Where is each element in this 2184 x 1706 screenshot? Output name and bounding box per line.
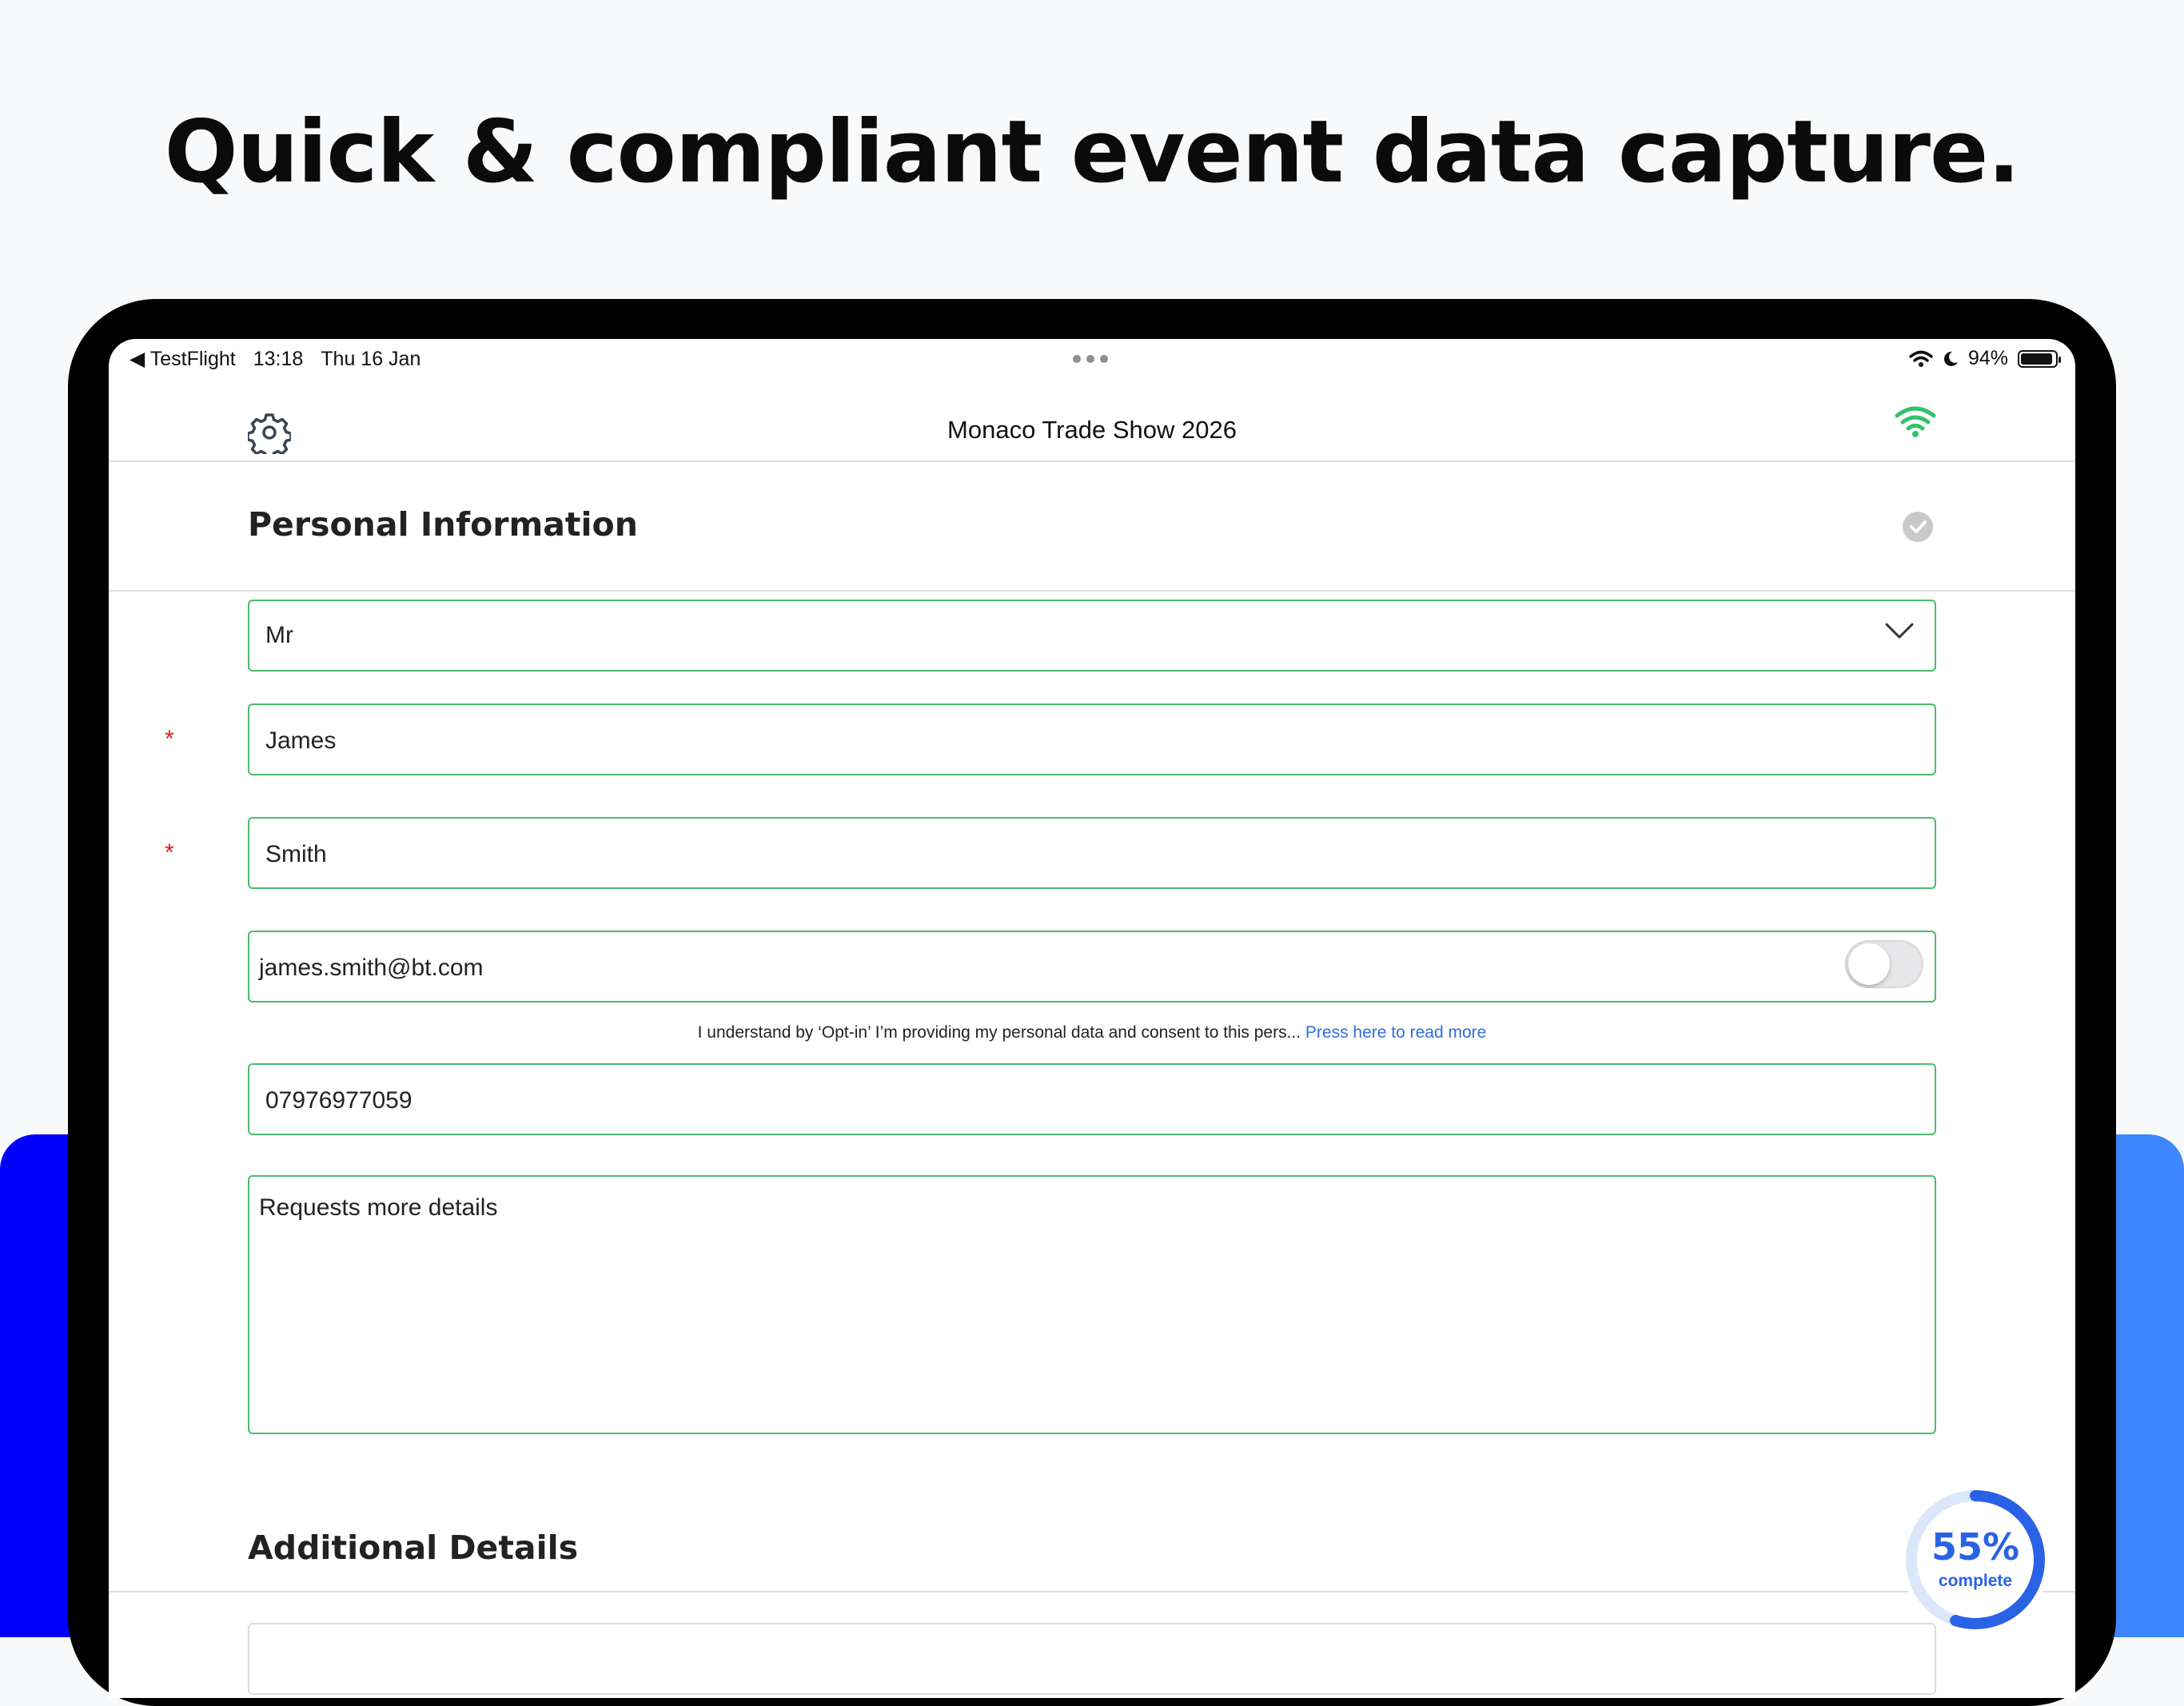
app-screen: ◀ TestFlight 13:18 Thu 16 Jan 94% Monaco… <box>109 339 2075 1698</box>
additional-details-header[interactable]: Additional Details <box>109 1485 2075 1592</box>
battery-icon <box>2018 349 2061 368</box>
status-date: Thu 16 Jan <box>321 347 421 370</box>
first-name-field[interactable]: James <box>248 704 1936 775</box>
additional-field[interactable] <box>248 1623 1936 1695</box>
toggle-knob <box>1848 943 1890 985</box>
section-complete-check-icon <box>1903 512 1933 542</box>
opt-in-toggle[interactable] <box>1845 940 1923 988</box>
title-select-value: Mr <box>265 622 293 648</box>
battery-percent: 94% <box>1967 347 2008 369</box>
phone-value: 07976977059 <box>265 1087 412 1114</box>
completion-progress-ring: 55% complete <box>1901 1485 2050 1634</box>
last-name-value: Smith <box>265 841 327 867</box>
progress-label: complete <box>1938 1572 2013 1590</box>
personal-information-header[interactable]: Personal Information <box>109 462 2075 592</box>
status-bar: ◀ TestFlight 13:18 Thu 16 Jan 94% <box>109 339 2075 379</box>
notes-textarea[interactable]: Requests more details <box>248 1175 1936 1434</box>
navigation-bar: Monaco Trade Show 2026 <box>109 387 2075 462</box>
event-title: Monaco Trade Show 2026 <box>947 416 1237 444</box>
marketing-headline: Quick & compliant event data capture. <box>164 102 2021 202</box>
section-title: Additional Details <box>248 1529 579 1567</box>
required-marker-last-name: * <box>165 839 174 866</box>
do-not-disturb-moon-icon <box>1943 351 1958 366</box>
phone-field[interactable]: 07976977059 <box>248 1063 1936 1135</box>
first-name-value: James <box>265 727 337 754</box>
progress-percent: 55% <box>1931 1525 2020 1568</box>
status-time: 13:18 <box>253 347 304 370</box>
email-field[interactable]: james.smith@bt.com <box>248 931 1936 1002</box>
required-marker-first-name: * <box>165 726 174 752</box>
back-to-testflight-link[interactable]: ◀ TestFlight <box>130 347 236 371</box>
last-name-field[interactable]: Smith <box>248 817 1936 889</box>
section-title: Personal Information <box>248 505 638 544</box>
email-value: james.smith@bt.com <box>259 955 484 981</box>
connection-wifi-icon[interactable] <box>1895 406 1936 438</box>
consent-text: I understand by ‘Opt-in’ I’m providing m… <box>109 1023 2075 1042</box>
consent-statement: I understand by ‘Opt-in’ I’m providing m… <box>697 1023 1301 1042</box>
multitasking-dots-icon[interactable] <box>1073 355 1108 363</box>
notes-value: Requests more details <box>259 1194 498 1221</box>
wifi-status-icon <box>1909 350 1933 367</box>
read-more-link[interactable]: Press here to read more <box>1301 1023 1486 1042</box>
chevron-down-icon <box>1885 623 1914 639</box>
title-select[interactable]: Mr <box>248 600 1936 672</box>
